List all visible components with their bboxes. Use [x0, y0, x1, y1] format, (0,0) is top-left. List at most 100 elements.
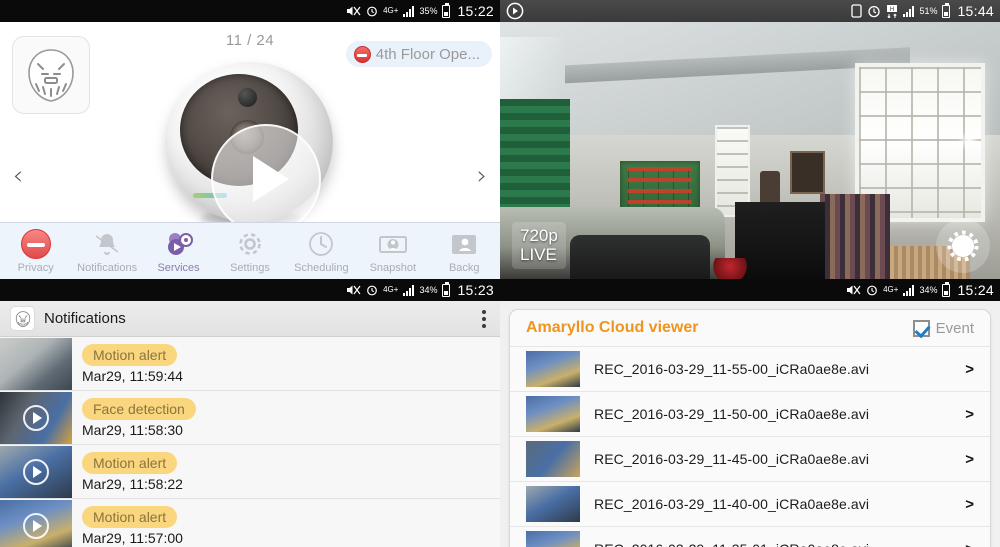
- notification-meta: Motion alert Mar29, 11:57:00: [82, 505, 183, 546]
- notification-meta: Motion alert Mar29, 11:59:44: [82, 343, 183, 384]
- stairwell-light: [500, 37, 565, 105]
- list-item[interactable]: Motion alert Mar29, 11:57:00: [0, 499, 500, 547]
- notification-timestamp: Mar29, 11:59:44: [82, 367, 183, 384]
- clock-device: 15:22: [457, 3, 494, 19]
- notification-thumbnail[interactable]: [0, 391, 72, 444]
- gear-icon: [235, 229, 265, 259]
- video-settings-button[interactable]: [936, 219, 990, 273]
- chevron-right-icon[interactable]: >: [965, 406, 974, 423]
- recording-filename: REC_2016-03-29_11-35-01_iCRa0ae8e.avi: [594, 541, 869, 547]
- stream-state-label: LIVE: [520, 245, 557, 265]
- table-row[interactable]: REC_2016-03-29_11-55-00_iCRa0ae8e.avi >: [510, 346, 990, 391]
- device-toolbar: Privacy Notifications Services Settings …: [0, 222, 500, 279]
- toolbar-label-scheduling: Scheduling: [294, 262, 349, 274]
- battery-icon: [442, 281, 451, 297]
- camera-sensor-dot: [238, 88, 257, 107]
- chevron-right-icon[interactable]: >: [965, 496, 974, 513]
- list-item[interactable]: Motion alert Mar29, 11:58:22: [0, 445, 500, 499]
- chevron-right-icon[interactable]: >: [965, 361, 974, 378]
- event-filter[interactable]: Event: [912, 319, 974, 337]
- green-stairs: [500, 99, 570, 208]
- table-row[interactable]: REC_2016-03-29_11-50-00_iCRa0ae8e.avi >: [510, 391, 990, 436]
- next-device-arrow[interactable]: ›: [470, 163, 494, 189]
- recording-thumbnail[interactable]: [526, 351, 580, 387]
- notification-timestamp: Mar29, 11:58:22: [82, 475, 183, 492]
- notification-meta: Face detection Mar29, 11:58:30: [82, 397, 196, 438]
- signal-icon: [403, 5, 415, 17]
- lens-glare: [958, 129, 980, 152]
- alarm-icon: [867, 4, 881, 18]
- alarm-icon: [366, 284, 378, 296]
- event-filter-label: Event: [935, 319, 974, 337]
- screenshot-grid: 4G+ 35% 15:22 11 / 24 4th Floor Ope... ‹…: [0, 0, 1000, 547]
- stream-quality-label: 720p: [520, 225, 558, 245]
- device-viewer: 11 / 24 4th Floor Ope... ‹ ›: [0, 22, 500, 234]
- live-video-panel: H 51% 15:44 720p LIVE: [500, 0, 1000, 279]
- list-item[interactable]: Motion alert Mar29, 11:59:44: [0, 337, 500, 391]
- recording-filename: REC_2016-03-29_11-45-00_iCRa0ae8e.avi: [594, 451, 870, 467]
- mute-icon: [346, 284, 361, 296]
- chevron-right-icon[interactable]: >: [965, 451, 974, 468]
- toolbar-item-settings[interactable]: Settings: [214, 229, 285, 274]
- flowers: [710, 258, 750, 279]
- sim-icon: [851, 4, 863, 18]
- clock-icon: [306, 229, 336, 259]
- camera-device-image[interactable]: [167, 62, 333, 234]
- toolbar-item-scheduling[interactable]: Scheduling: [286, 229, 357, 274]
- notifications-panel: 4G+ 34% 15:23 Notifications Motion alert…: [0, 279, 500, 547]
- device-panel: 4G+ 35% 15:22 11 / 24 4th Floor Ope... ‹…: [0, 0, 500, 279]
- table-row[interactable]: REC_2016-03-29_11-35-01_iCRa0ae8e.avi >: [510, 526, 990, 547]
- alarm-icon: [866, 284, 878, 296]
- stream-info-overlay: 720p LIVE: [512, 221, 566, 269]
- event-checkbox[interactable]: [912, 319, 930, 337]
- recording-filename: REC_2016-03-29_11-50-00_iCRa0ae8e.avi: [594, 406, 870, 422]
- notifications-header: Notifications: [0, 301, 500, 337]
- notification-thumbnail[interactable]: [0, 445, 72, 498]
- play-button-overlay[interactable]: [211, 124, 321, 234]
- toolbar-item-background[interactable]: Backg: [429, 229, 500, 274]
- toolbar-item-notifications[interactable]: Notifications: [71, 229, 142, 274]
- signal-icon: [403, 284, 415, 296]
- cloud-viewer-card: Amaryllo Cloud viewer Event REC_2016-03-…: [509, 309, 991, 547]
- bell-icon: [92, 229, 122, 259]
- device-name-chip[interactable]: 4th Floor Ope...: [345, 41, 492, 67]
- image-icon: [449, 229, 479, 259]
- notification-meta: Motion alert Mar29, 11:58:22: [82, 451, 183, 492]
- status-badge: Face detection: [82, 397, 196, 420]
- recording-thumbnail[interactable]: [526, 531, 580, 547]
- status-bar-live: H 51% 15:44: [500, 0, 1000, 22]
- table-row[interactable]: REC_2016-03-29_11-45-00_iCRa0ae8e.avi >: [510, 436, 990, 481]
- amaryllo-logo-icon: [10, 306, 35, 331]
- status-badge: Motion alert: [82, 505, 178, 528]
- no-entry-icon: [353, 45, 371, 63]
- signal-icon: [903, 5, 915, 17]
- recording-filename: REC_2016-03-29_11-40-00_iCRa0ae8e.avi: [594, 496, 870, 512]
- kebab-menu-icon[interactable]: [478, 306, 490, 332]
- chevron-right-icon[interactable]: >: [965, 541, 974, 547]
- toolbar-item-privacy[interactable]: Privacy: [0, 229, 71, 274]
- notification-thumbnail[interactable]: [0, 499, 72, 547]
- recording-thumbnail[interactable]: [526, 486, 580, 522]
- status-bar-cloud: 4G+ 34% 15:24: [500, 279, 1000, 301]
- list-item[interactable]: Face detection Mar29, 11:58:30: [0, 391, 500, 445]
- status-badge: Motion alert: [82, 451, 178, 474]
- toolbar-label-notifications: Notifications: [77, 262, 138, 274]
- cloud-viewer-header: Amaryllo Cloud viewer Event: [510, 310, 990, 346]
- no-entry-icon: [20, 229, 51, 259]
- notifications-list[interactable]: Motion alert Mar29, 11:59:44 Face detect…: [0, 337, 500, 547]
- notification-thumbnail[interactable]: [0, 337, 72, 390]
- toolbar-item-snapshot[interactable]: Snapshot: [357, 229, 428, 274]
- cloud-viewer-panel: 4G+ 34% 15:24 Amaryllo Cloud viewer Even…: [500, 279, 1000, 547]
- recording-thumbnail[interactable]: [526, 441, 580, 477]
- services-icon: [164, 229, 194, 259]
- table-row[interactable]: REC_2016-03-29_11-40-00_iCRa0ae8e.avi >: [510, 481, 990, 526]
- toolbar-item-services[interactable]: Services: [143, 229, 214, 274]
- prev-device-arrow[interactable]: ‹: [6, 163, 30, 189]
- clock-cloud: 15:24: [957, 282, 994, 298]
- live-video-feed[interactable]: 720p LIVE: [500, 22, 1000, 279]
- recording-thumbnail[interactable]: [526, 396, 580, 432]
- toolbar-label-background: Backg: [448, 262, 480, 274]
- toolbar-label-services: Services: [157, 262, 200, 274]
- toolbar-label-snapshot: Snapshot: [369, 262, 417, 274]
- page-title: Amaryllo Cloud viewer: [526, 319, 699, 336]
